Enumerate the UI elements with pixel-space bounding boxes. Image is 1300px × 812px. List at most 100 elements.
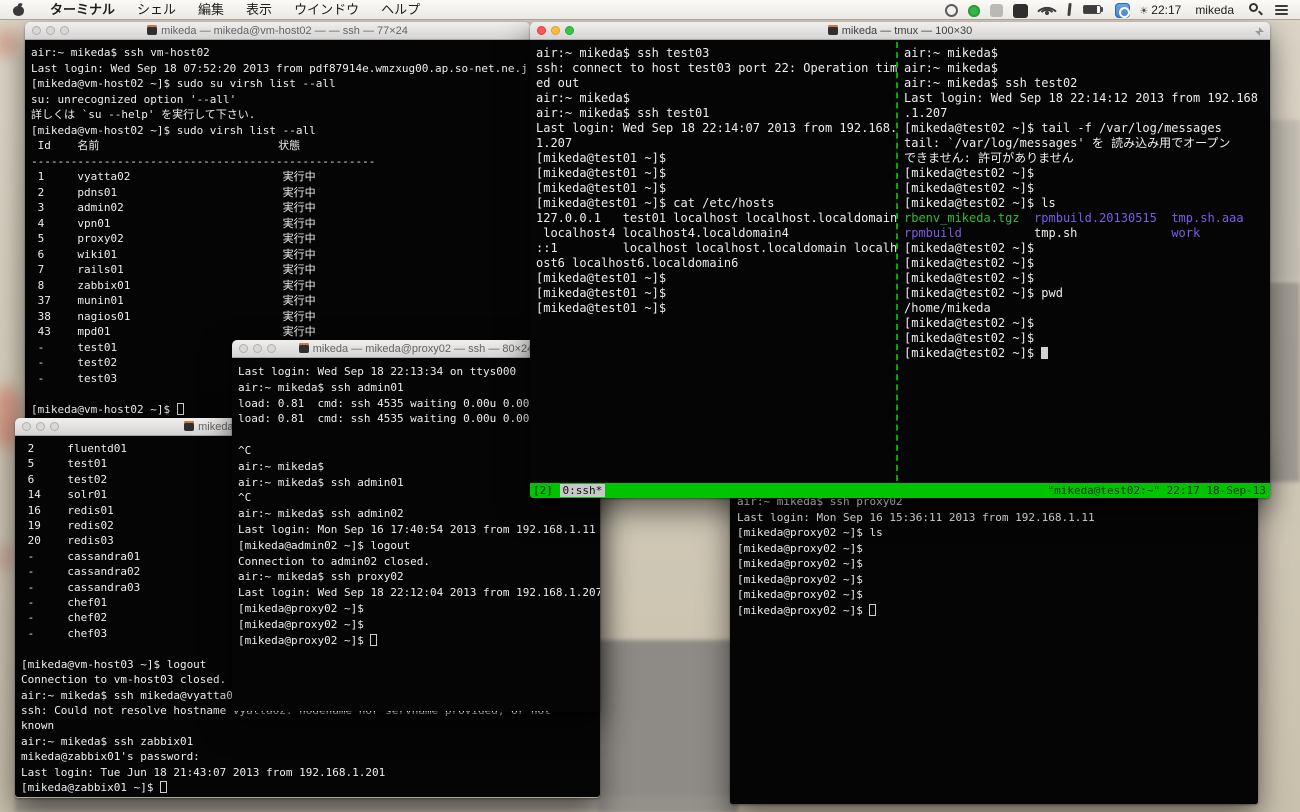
terminal-line: 詳しくは `su --help' を実行して下さい. xyxy=(31,108,256,121)
terminal-line: 2 pdns01 実行中 xyxy=(31,185,316,199)
terminal-line: [mikeda@test02 ~]$ xyxy=(904,331,1035,345)
terminal-line: 1.207 xyxy=(536,136,573,150)
terminal-line: Last login: Wed Sep 18 22:14:12 2013 fro… xyxy=(904,91,1259,105)
terminal-line: [mikeda@admin02 ~]$ logout xyxy=(238,538,411,552)
terminal-line: 43 mpd01 実行中 xyxy=(31,325,316,338)
terminal-line: [mikeda@test02 ~]$ xyxy=(904,316,1035,330)
terminal-line: [mikeda@test01 ~]$ xyxy=(536,286,667,300)
tmux-session-label: [2] xyxy=(533,484,560,497)
terminal-line: 37 munin01 実行中 xyxy=(31,294,316,307)
terminal-line: [mikeda@test02 ~]$ xyxy=(904,256,1035,270)
terminal-line: Last login: Mon Sep 16 15:36:11 2013 fro… xyxy=(737,510,1095,524)
terminal-line: [mikeda@proxy02 ~]$ xyxy=(238,601,364,615)
fullscreen-icon[interactable] xyxy=(1255,27,1264,36)
menu-item-5[interactable]: ヘルプ xyxy=(370,0,431,20)
terminal-line: [mikeda@test02 ~]$ ls xyxy=(904,196,1056,210)
terminal-cursor xyxy=(160,780,168,793)
menu-item-2[interactable]: 編集 xyxy=(187,0,235,20)
terminal-line: 3 admin02 実行中 xyxy=(31,201,316,214)
terminal-line: [mikeda@proxy02 ~]$ xyxy=(737,588,863,601)
terminal-line: Id 名前 状態 xyxy=(31,139,301,152)
terminal-line: 1 vyatta02 実行中 xyxy=(31,170,316,183)
spotlight-icon[interactable] xyxy=(1247,1,1264,18)
terminal-line: [mikeda@proxy02 ~]$ xyxy=(238,617,364,631)
window-title: mikeda — tmux — 100×30 xyxy=(530,24,1270,37)
menu-item-1[interactable]: シェル xyxy=(126,0,187,20)
wifi-icon[interactable] xyxy=(1036,1,1057,21)
terminal-line: ssh: connect to host test03 port 22: Ope… xyxy=(536,61,897,75)
tmux-window-tab[interactable]: 0:ssh* xyxy=(559,484,606,497)
terminal-line: Connection to admin02 closed. xyxy=(238,554,431,568)
fast-user-switch-menu[interactable]: mikeda xyxy=(1195,3,1234,17)
terminal-line: [mikeda@proxy02 ~]$ xyxy=(737,572,863,586)
terminal-doc-icon xyxy=(184,420,195,431)
titlebar[interactable]: mikeda — tmux — 100×30 xyxy=(530,22,1270,40)
terminal-line: [mikeda@proxy02 ~]$ xyxy=(737,557,863,570)
terminal-line: 127.0.0.1 test01 localhost localhost.loc… xyxy=(536,211,897,225)
background-window-fragment xyxy=(15,796,735,812)
terminal-line: 7 rails01 実行中 xyxy=(31,263,316,276)
tmux-panes: air:~ mikeda$ ssh test03 ssh: connect to … xyxy=(530,40,1270,483)
green-status-icon[interactable] xyxy=(968,5,981,17)
blue-app-icon[interactable] xyxy=(1115,2,1131,18)
terminal-cursor xyxy=(1041,347,1049,359)
terminal-line: [mikeda@test02 ~]$ xyxy=(904,166,1035,180)
menu-item-4[interactable]: ウインドウ xyxy=(283,0,370,20)
window-title: mikeda — mikeda@vm-host02 — — ssh — 77×2… xyxy=(25,24,530,37)
terminal-line: air:~ mikeda$ ssh vm-host02 xyxy=(31,46,210,59)
titlebar[interactable]: mikeda — mikeda@vm-host02 — — ssh — 77×2… xyxy=(25,22,530,40)
terminal-line: [mikeda@zabbix01 ~]$ xyxy=(21,780,594,795)
terminal-line: rpmbuild tmp.sh work xyxy=(904,226,1201,240)
terminal-line: Last login: Mon Sep 16 17:40:54 2013 fro… xyxy=(238,522,596,536)
terminal-doc-icon xyxy=(298,342,309,353)
terminal-line: air:~ mikeda$ xyxy=(536,91,630,105)
terminal-cursor xyxy=(370,633,378,646)
tmux-pane-left[interactable]: air:~ mikeda$ ssh test03 ssh: connect to … xyxy=(530,40,897,483)
tmux-pane-divider[interactable] xyxy=(896,42,898,481)
terminal-line: rbenv_mikeda.tgz rpmbuild.20130515 tmp.s… xyxy=(904,211,1244,225)
terminal-line: [mikeda@test02 ~]$ xyxy=(904,271,1035,285)
wallpaper-smudge xyxy=(0,28,20,58)
desktop[interactable]: ターミナル シェル 編集 表示 ウインドウ ヘルプ ☀ 22:17 mikeda miked… xyxy=(0,0,1300,812)
terminal-line: tail: `/var/log/messages' を 読み込み用でオープン xyxy=(904,136,1231,150)
terminal-line: [mikeda@proxy02 ~]$ xyxy=(238,633,594,649)
terminal-line: air:~ mikeda$ ssh proxy02 xyxy=(238,570,404,584)
menu-clock[interactable]: ☀ 22:17 xyxy=(1139,3,1181,17)
terminal-line: 38 nagios01 実行中 xyxy=(31,309,316,323)
background-window-fragment xyxy=(1266,282,1300,482)
menu-item-3[interactable]: 表示 xyxy=(235,0,283,20)
terminal-line: [mikeda@test02 ~]$ pwd xyxy=(904,286,1063,300)
terminal-line: Last login: Tue Jun 18 21:43:07 2013 fro… xyxy=(21,765,386,779)
terminal-line: [mikeda@test01 ~]$ xyxy=(536,166,667,180)
terminal-line: [mikeda@test01 ~]$ xyxy=(536,151,667,165)
terminal-line: [mikeda@test01 ~]$ xyxy=(536,181,667,195)
ghost-app-icon[interactable] xyxy=(990,4,1004,17)
terminal-cursor xyxy=(869,603,877,616)
terminal-line: [mikeda@proxy02 ~]$ ls xyxy=(737,526,883,539)
menu-bar: ターミナル シェル 編集 表示 ウインドウ ヘルプ ☀ 22:17 mikeda xyxy=(0,0,1300,21)
bluetooth-icon[interactable] xyxy=(1065,1,1073,18)
terminal-line: Last login: Wed Sep 18 22:12:04 2013 fro… xyxy=(238,586,600,600)
terminal-cursor xyxy=(176,402,184,415)
notification-center-icon[interactable] xyxy=(1274,1,1290,18)
terminal-line: [mikeda@proxy02 ~]$ xyxy=(737,603,1251,619)
terminal-line: Last login: Wed Sep 18 22:14:07 2013 fro… xyxy=(536,121,897,135)
terminal-window-tmux[interactable]: mikeda — tmux — 100×30 air:~ mikeda$ ssh… xyxy=(530,22,1270,498)
apple-menu-icon[interactable] xyxy=(12,2,25,16)
spiral-icon[interactable] xyxy=(945,4,959,17)
menu-app[interactable]: ターミナル xyxy=(39,0,126,20)
terminal-line: ed out xyxy=(536,76,580,90)
terminal-line: ::1 localhost localhost.localdomain loca… xyxy=(536,241,897,255)
terminal-line: air:~ mikeda$ ssh admin02 xyxy=(238,507,404,521)
terminal-line: localhost4 localhost4.localdomain4 xyxy=(536,226,789,240)
tmux-status-bar: [2] 0:ssh* "mikeda@test02:~" 22:17 18-Se… xyxy=(530,483,1270,498)
tmux-pane-right[interactable]: air:~ mikeda$ air:~ mikeda$ air:~ mikeda$ … xyxy=(899,40,1270,483)
terminal-line: air:~ mikeda$ ssh test01 xyxy=(536,106,710,120)
terminal-line: [mikeda@proxy02 ~]$ xyxy=(737,541,863,555)
tmux-status-right: "mikeda@test02:~" 22:17 18-Sep-13 xyxy=(1047,484,1266,497)
battery-icon[interactable] xyxy=(1083,1,1105,18)
terminal-line: [mikeda@test01 ~]$ cat /etc/hosts xyxy=(536,196,775,210)
input-source-icon[interactable] xyxy=(1013,3,1029,18)
terminal-line: air:~ mikeda$ ssh test02 xyxy=(904,76,1078,90)
terminal-doc-icon xyxy=(147,24,158,35)
